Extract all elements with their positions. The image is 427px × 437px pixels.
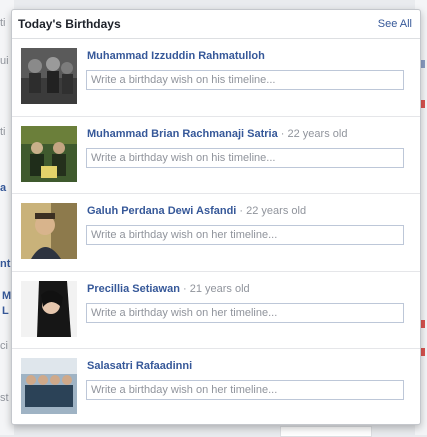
see-all-link[interactable]: See All: [378, 18, 412, 30]
birthdays-popup: Today's Birthdays See All Muhammad Izzud…: [11, 9, 421, 425]
birthday-item: Precillia Setiawan · 21 years old: [12, 272, 420, 349]
birthday-wish-input[interactable]: [86, 303, 404, 323]
avatar[interactable]: [21, 203, 77, 259]
person-name-link[interactable]: Muhammad Brian Rachmanaji Satria: [87, 128, 278, 140]
birthday-item: Muhammad Brian Rachmanaji Satria · 22 ye…: [12, 117, 420, 194]
background-text-fragment: L: [2, 305, 9, 317]
birthday-item: Muhammad Izzuddin Rahmatulloh: [12, 39, 420, 116]
background-text-fragment: ti: [0, 126, 6, 138]
avatar[interactable]: [21, 281, 77, 337]
name-line: Precillia Setiawan · 21 years old: [87, 283, 250, 295]
background-text-fragment: ti: [0, 17, 6, 29]
background-text-fragment: a: [0, 182, 7, 194]
background-text-fragment: ci: [0, 340, 8, 352]
popup-header: Today's Birthdays See All: [12, 10, 420, 39]
birthday-wish-input[interactable]: [86, 380, 404, 400]
birthday-wish-input[interactable]: [86, 225, 404, 245]
popup-title: Today's Birthdays: [18, 17, 121, 31]
person-age: · 21 years old: [179, 283, 250, 295]
background-text-fragment: M: [2, 290, 12, 302]
birthday-wish-input[interactable]: [86, 148, 404, 168]
person-name-link[interactable]: Salasatri Rafaadinni: [87, 360, 192, 372]
background-text-fragment: ui: [0, 55, 9, 67]
avatar[interactable]: [21, 358, 77, 414]
avatar[interactable]: [21, 126, 77, 182]
person-age: · 22 years old: [236, 205, 307, 217]
birthday-wish-input[interactable]: [86, 70, 404, 90]
background-text-fragment: st: [0, 392, 9, 404]
background-input-stub: [280, 426, 372, 437]
person-age: · 22 years old: [277, 128, 348, 140]
name-line: Salasatri Rafaadinni: [87, 360, 192, 372]
name-line: Galuh Perdana Dewi Asfandi · 22 years ol…: [87, 205, 306, 217]
avatar[interactable]: [21, 48, 77, 104]
name-line: Muhammad Brian Rachmanaji Satria · 22 ye…: [87, 128, 347, 140]
name-line: Muhammad Izzuddin Rahmatulloh: [87, 50, 265, 62]
person-name-link[interactable]: Precillia Setiawan: [87, 283, 180, 295]
person-name-link[interactable]: Galuh Perdana Dewi Asfandi: [87, 205, 236, 217]
background-text-fragment: nt: [0, 258, 11, 270]
person-name-link[interactable]: Muhammad Izzuddin Rahmatulloh: [87, 50, 265, 62]
birthday-item: Salasatri Rafaadinni: [12, 349, 420, 424]
birthday-item: Galuh Perdana Dewi Asfandi · 22 years ol…: [12, 194, 420, 271]
